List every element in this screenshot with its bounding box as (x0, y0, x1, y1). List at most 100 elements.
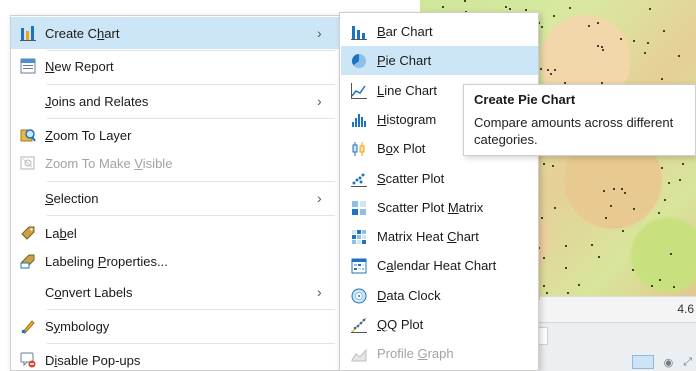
disable-popups-icon (11, 352, 45, 368)
map-feature-dot (602, 49, 604, 51)
calendar-heat-chart-icon (341, 258, 377, 274)
map-feature-dot (541, 26, 543, 28)
map-feature-dot (658, 212, 660, 214)
map-feature-dot (543, 285, 545, 287)
menu-item-labeling-properties[interactable]: Labeling Properties... (11, 245, 339, 277)
submenu-item-label: Calendar Heat Chart (377, 258, 497, 273)
map-feature-dot (554, 69, 556, 71)
menu-item-label: Convert Labels (45, 284, 133, 300)
map-feature-dot (605, 217, 607, 219)
histogram-icon (341, 112, 377, 128)
map-feature-dot (651, 285, 653, 287)
submenu-item-bar-chart[interactable]: Bar Chart (341, 17, 538, 46)
map-feature-dot (633, 208, 635, 210)
new-report-icon (11, 58, 45, 74)
box-plot-icon (341, 141, 377, 157)
map-feature-dot (659, 279, 661, 281)
map-feature-dot (567, 292, 569, 294)
submenu-arrow-icon: › (317, 93, 322, 109)
submenu-item-label: Pie Chart (377, 53, 432, 68)
map-feature-dot (597, 22, 599, 24)
map-feature-dot (603, 190, 605, 192)
map-feature-dot (621, 188, 623, 190)
map-feature-dot (673, 286, 675, 288)
submenu-item-scatter-plot-matrix[interactable]: Scatter Plot Matrix (341, 193, 538, 222)
line-chart-icon (341, 82, 377, 99)
menu-item-new-report[interactable]: New Report (11, 50, 339, 82)
data-clock-icon (341, 288, 377, 304)
menu-item-zoom-to-make-visible: Zoom To Make Visible (11, 147, 339, 179)
menu-item-joins-and-relates[interactable]: Joins and Relates › (11, 85, 339, 117)
submenu-item-label: Profile Graph (377, 346, 454, 361)
menu-item-label: Disable Pop-ups (45, 352, 141, 368)
map-feature-dot (663, 30, 665, 32)
map-feature-dot (442, 6, 444, 8)
labeling-properties-icon (11, 253, 45, 269)
map-feature-dot (565, 267, 567, 269)
full-extent-icon[interactable]: ⤢ (683, 356, 692, 369)
map-feature-dot (541, 217, 543, 219)
map-feature-dot (591, 244, 593, 246)
submenu-item-label: Data Clock (377, 288, 441, 303)
explore-tool-icon[interactable] (631, 355, 654, 369)
map-feature-dot (588, 25, 590, 27)
zoom-to-layer-icon (11, 127, 45, 143)
menu-item-label: Zoom To Make Visible (45, 155, 173, 171)
map-feature-dot (679, 179, 681, 181)
map-feature-dot (644, 52, 646, 54)
map-feature-dot (613, 188, 615, 190)
map-feature-dot (670, 253, 672, 255)
submenu-item-data-clock[interactable]: Data Clock (341, 281, 538, 310)
submenu-item-matrix-heat-chart[interactable]: Matrix Heat Chart (341, 222, 538, 251)
map-feature-dot (543, 257, 545, 259)
matrix-heat-chart-icon (341, 229, 377, 245)
submenu-item-label: QQ Plot (377, 317, 424, 332)
scale-readout: 4.6 (677, 302, 694, 316)
tooltip-title: Create Pie Chart (474, 92, 576, 107)
bar-chart-icon (341, 24, 377, 40)
map-feature-dot (543, 163, 545, 165)
submenu-item-qq-plot[interactable]: QQ Plot (341, 310, 538, 339)
submenu-item-label: Matrix Heat Chart (377, 229, 479, 244)
submenu-item-label: Scatter Plot (377, 171, 445, 186)
map-feature-dot (610, 205, 612, 207)
map-feature-dot (569, 7, 571, 9)
submenu-arrow-icon: › (317, 25, 322, 41)
menu-item-selection[interactable]: Selection › (11, 182, 339, 214)
map-feature-dot (601, 46, 603, 48)
map-feature-dot (682, 163, 684, 165)
map-feature-dot (649, 8, 651, 10)
map-feature-dot (664, 199, 666, 201)
map-feature-dot (464, 0, 466, 2)
map-feature-dot (525, 9, 527, 11)
map-feature-dot (624, 192, 626, 194)
menu-item-label: Create Chart (45, 25, 120, 41)
submenu-item-scatter-plot[interactable]: Scatter Plot (341, 164, 538, 193)
menu-item-label: Zoom To Layer (45, 127, 132, 143)
map-feature-dot (661, 78, 663, 80)
submenu-arrow-icon: › (317, 190, 322, 206)
submenu-item-calendar-heat-chart[interactable]: Calendar Heat Chart (341, 251, 538, 280)
map-feature-dot (678, 55, 680, 57)
pan-tool-icon[interactable]: ◉ (664, 356, 674, 369)
menu-item-label: Joins and Relates (45, 93, 149, 109)
menu-item-convert-labels[interactable]: Convert Labels › (11, 276, 339, 308)
map-feature-dot (597, 45, 599, 47)
map-status-bar: 4.6 (540, 296, 696, 322)
submenu-item-label: Bar Chart (377, 24, 433, 39)
map-feature-dot (661, 167, 663, 169)
symbology-icon (11, 318, 45, 334)
map-feature-dot (633, 40, 635, 42)
map-feature-dot (505, 6, 507, 8)
menu-item-symbology[interactable]: Symbology (11, 310, 339, 342)
map-feature-dot (578, 284, 580, 286)
submenu-item-label: Scatter Plot Matrix (377, 200, 484, 215)
nav-tools: ◉ ⤢ (631, 355, 692, 369)
tooltip-body: Compare amounts across different categor… (474, 115, 674, 147)
submenu-item-pie-chart[interactable]: Pie Chart (341, 46, 538, 75)
menu-item-create-chart[interactable]: Create Chart › (11, 17, 339, 49)
map-feature-dot (550, 73, 552, 75)
create-chart-icon (11, 25, 45, 41)
submenu-item-profile-graph: Profile Graph (341, 339, 538, 368)
menu-item-disable-popups[interactable]: Disable Pop-ups (11, 344, 339, 371)
